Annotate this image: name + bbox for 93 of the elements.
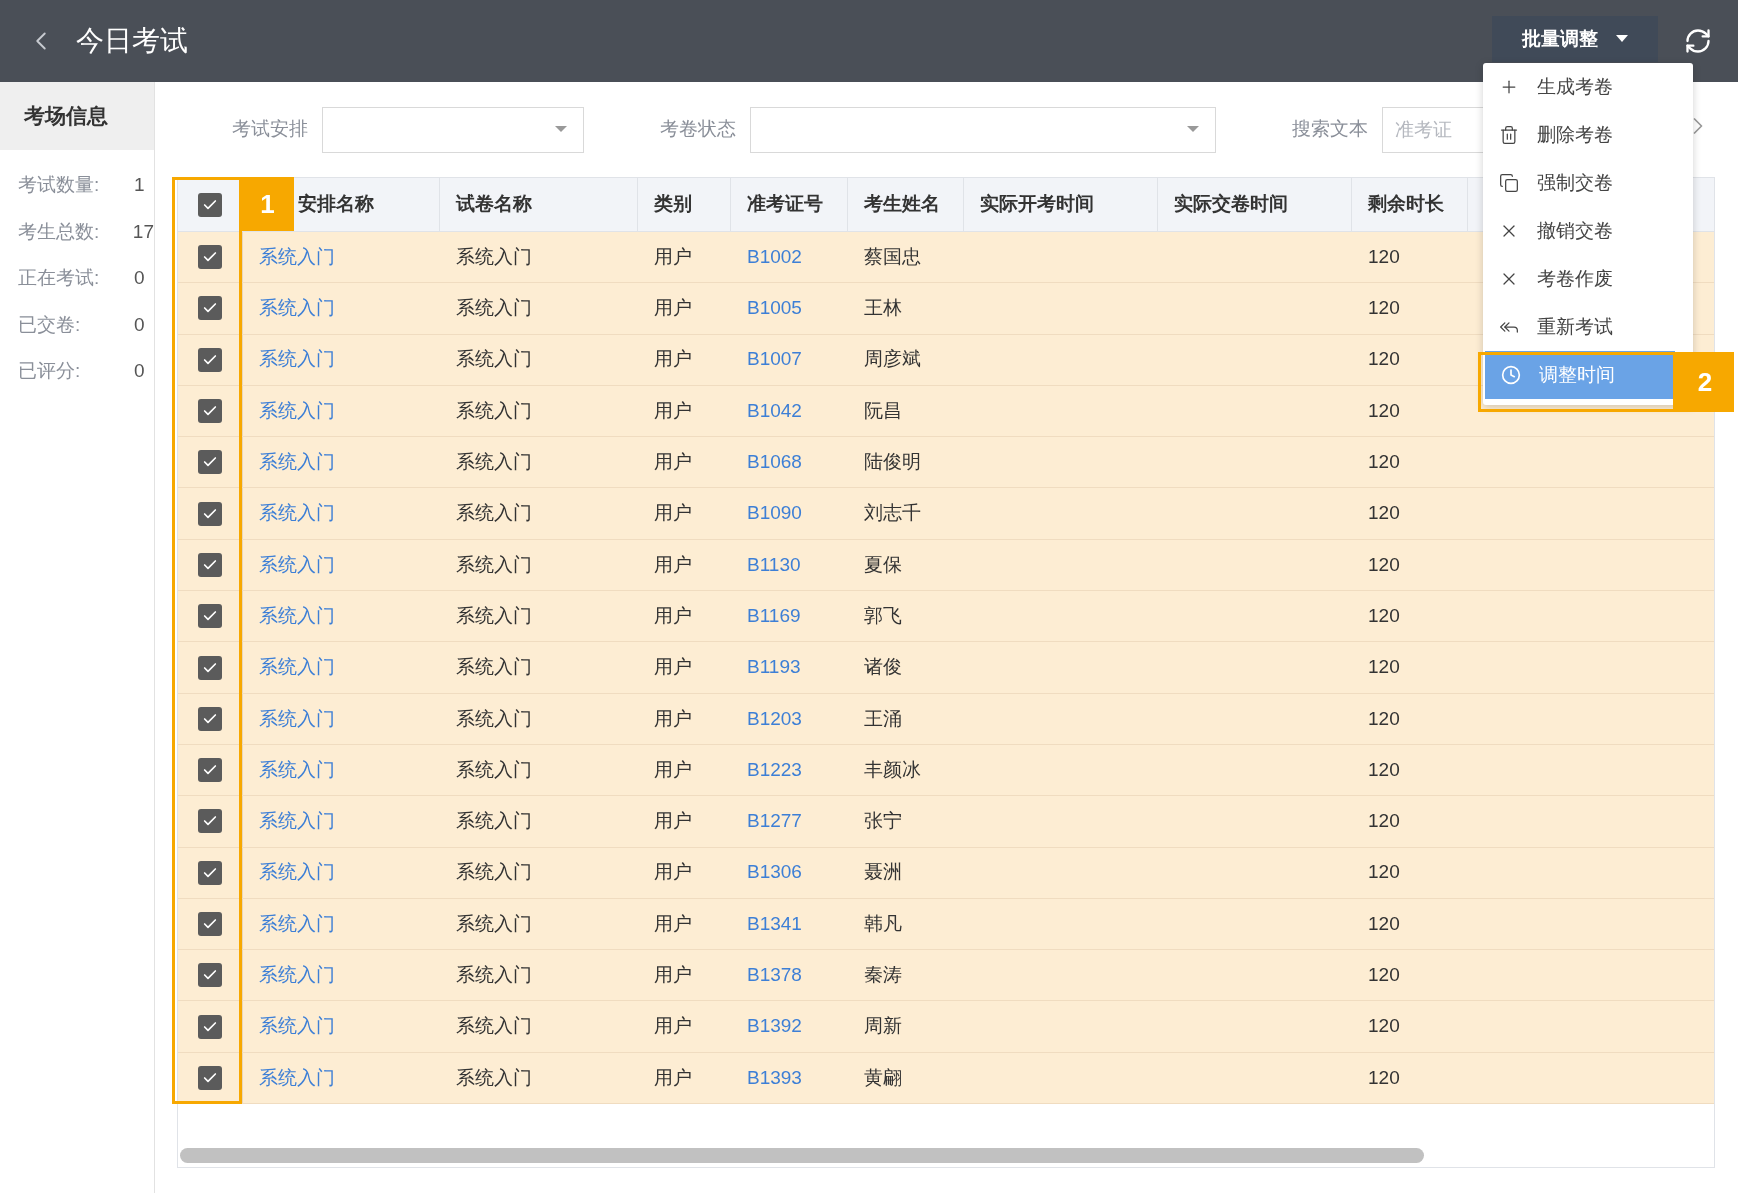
sidebar-title: 考场信息 — [0, 82, 154, 150]
table-cell-text: 120 — [1368, 655, 1400, 680]
table-cell-text: 120 — [1368, 552, 1400, 577]
table-cell-text: 用户 — [654, 450, 692, 475]
table-cell-text: 120 — [1368, 963, 1400, 988]
table-cell-text: 韩凡 — [864, 911, 902, 936]
table-cell-text: 120 — [1368, 860, 1400, 885]
table-cell-text: 周新 — [864, 1014, 902, 1039]
page-title: 今日考试 — [76, 24, 188, 58]
column-header: 试卷名称 — [456, 192, 532, 217]
stat-label: 已评分: — [18, 359, 82, 383]
table-cell-text: 120 — [1368, 809, 1400, 834]
table-cell-text: 系统入门 — [456, 244, 532, 269]
table-cell-text: 120 — [1368, 911, 1400, 936]
table-cell-text: 系统入门 — [456, 911, 532, 936]
table-cell-text: 系统入门 — [456, 706, 532, 731]
column-header: 准考证号 — [747, 192, 823, 217]
table-cell-text: 聂洲 — [864, 860, 902, 885]
table-cell-text: 夏保 — [864, 552, 902, 577]
table-cell-text: 120 — [1368, 706, 1400, 731]
table-cell-text: 王涌 — [864, 706, 902, 731]
table-cell-text: 用户 — [654, 1065, 692, 1090]
table-cell-text: 系统入门 — [456, 757, 532, 782]
table-cell-text: 120 — [1368, 1065, 1400, 1090]
column-header: 剩余时长 — [1368, 192, 1444, 217]
table-cell-text: 刘志千 — [864, 501, 921, 526]
table-cell-text: 120 — [1368, 501, 1400, 526]
table-cell-text: 用户 — [654, 911, 692, 936]
stat-value: 1 — [134, 173, 145, 197]
column-header: 考生姓名 — [864, 192, 940, 217]
stat-value: 0 — [134, 312, 145, 337]
table-cell-text: 系统入门 — [456, 809, 532, 834]
column-header: 实际开考时间 — [980, 192, 1094, 217]
stat-value: 0 — [134, 359, 145, 383]
table-cell-text: 蔡国忠 — [864, 244, 921, 269]
stat-label: 考生总数: — [18, 219, 101, 244]
filter-label: 搜索文本 — [1292, 117, 1368, 142]
table-cell-text: 用户 — [654, 706, 692, 731]
table-cell-text: 诸俊 — [864, 655, 902, 680]
table-cell-text: 张宁 — [864, 809, 902, 834]
table-cell-text: 用户 — [654, 655, 692, 680]
column-header: 实际交卷时间 — [1174, 192, 1288, 217]
stat-label: 正在考试: — [18, 266, 101, 290]
stat-value: 0 — [134, 266, 145, 290]
step-badge: 2 — [1676, 352, 1734, 412]
table-cell-text: 系统入门 — [456, 1014, 532, 1039]
table-cell-text: 系统入门 — [456, 603, 532, 628]
table-cell-text: 用户 — [654, 757, 692, 782]
table-cell-text: 系统入门 — [456, 963, 532, 988]
table-cell-text: 系统入门 — [456, 501, 532, 526]
table-cell-text: 120 — [1368, 296, 1400, 321]
table-cell-text: 120 — [1368, 347, 1400, 372]
table-cell-text: 系统入门 — [456, 347, 532, 372]
table-cell-text: 用户 — [654, 501, 692, 526]
table-cell-text: 系统入门 — [456, 296, 532, 321]
table-cell-text: 王林 — [864, 296, 902, 321]
table-cell-text: 用户 — [654, 963, 692, 988]
table-cell-text: 周彦斌 — [864, 347, 921, 372]
table-cell-text: 系统入门 — [456, 655, 532, 680]
stat-value: 17 — [132, 219, 154, 244]
table-cell-text: 用户 — [654, 244, 692, 269]
table-cell-text: 系统入门 — [456, 860, 532, 885]
table-cell-text: 120 — [1368, 244, 1400, 269]
table-cell-text: 系统入门 — [456, 1065, 532, 1090]
table-cell-text: 系统入门 — [456, 552, 532, 577]
table-cell-text: 丰颜冰 — [864, 757, 921, 782]
table-cell-text: 用户 — [654, 347, 692, 372]
table-cell-text: 120 — [1368, 757, 1400, 782]
table-cell-text: 用户 — [654, 296, 692, 321]
table-cell-text: 用户 — [654, 860, 692, 885]
table-cell-text: 系统入门 — [456, 450, 532, 475]
table-cell-text: 秦涛 — [864, 963, 902, 988]
stat-label: 考试数量: — [18, 173, 101, 197]
table-cell-text: 用户 — [654, 398, 692, 423]
table-cell-text: 系统入门 — [456, 398, 532, 423]
table-cell-text: 用户 — [654, 552, 692, 577]
table-cell-text: 用户 — [654, 603, 692, 628]
table-cell-text: 120 — [1368, 450, 1400, 475]
column-header: 类别 — [654, 192, 692, 217]
table-cell-text: 120 — [1368, 398, 1400, 423]
step-badge: 1 — [241, 177, 294, 231]
filter-label: 考试安排 — [232, 117, 308, 142]
stat-label: 已交卷: — [18, 312, 82, 337]
table-cell-text: 阮昌 — [864, 398, 902, 423]
table-cell-text: 120 — [1368, 1014, 1400, 1039]
table-cell-text: 陆俊明 — [864, 450, 921, 475]
table-cell-text: 用户 — [654, 1014, 692, 1039]
table-cell-text: 用户 — [654, 809, 692, 834]
filter-label: 考卷状态 — [660, 117, 736, 142]
table-cell-text: 120 — [1368, 603, 1400, 628]
table-cell-text: 黄翩 — [864, 1065, 902, 1090]
table-cell-text: 郭飞 — [864, 603, 902, 628]
column-header: 安排名称 — [298, 192, 374, 217]
